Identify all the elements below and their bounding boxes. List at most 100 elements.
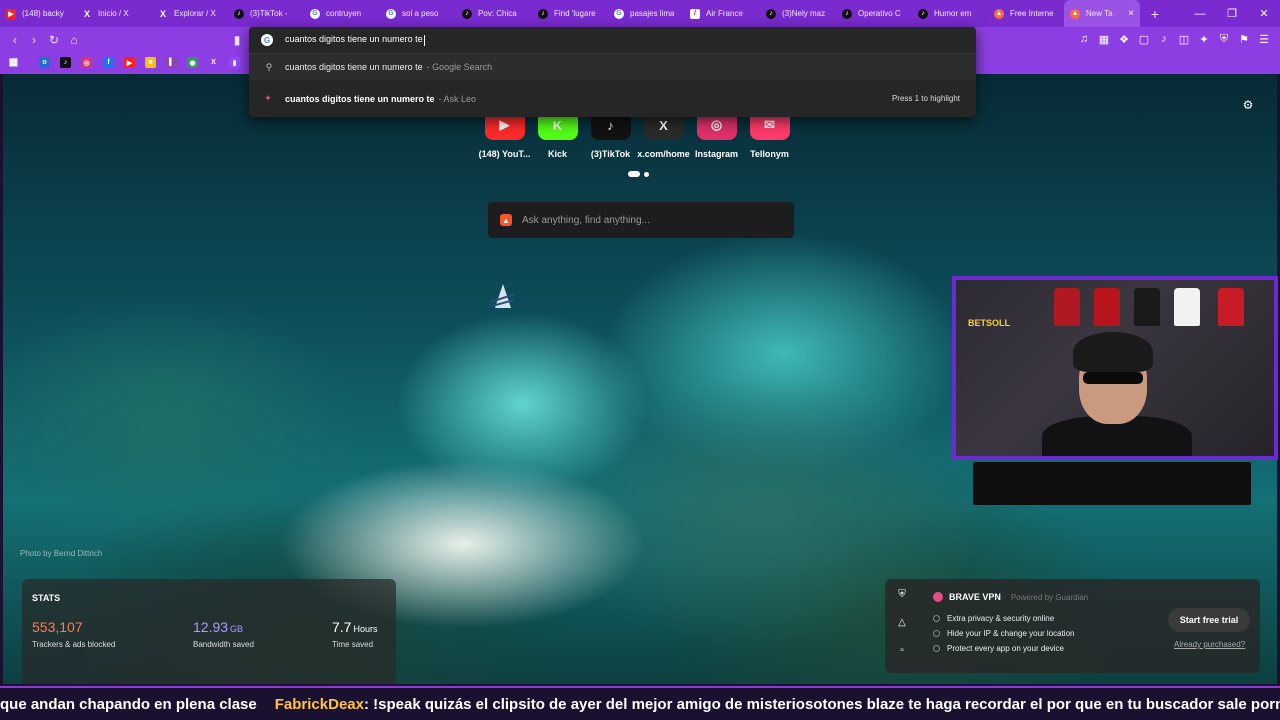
shirt-image bbox=[1054, 288, 1080, 326]
audio-icon[interactable]: ♫ bbox=[1076, 31, 1092, 47]
tab[interactable]: ▲ New Ta × bbox=[1064, 0, 1140, 27]
tab[interactable]: Gpasajes lima bbox=[608, 0, 684, 27]
outlook-bookmark-icon[interactable]: o bbox=[39, 57, 50, 68]
tab[interactable]: ♪ Humor em bbox=[912, 0, 988, 27]
news-widget-icon[interactable]: ▫ bbox=[900, 645, 904, 656]
bandwidth-stat: 12.93 GB Bandwidth saved bbox=[193, 619, 254, 649]
tab[interactable]: X Inicio / X bbox=[76, 0, 152, 27]
bandwidth-value: 12.93 bbox=[193, 619, 229, 635]
tab[interactable]: ♪ Find 'lugare bbox=[532, 0, 608, 27]
top-site-tile[interactable]: K Kick bbox=[531, 110, 584, 159]
rewards-widget-icon[interactable]: △ bbox=[898, 617, 906, 628]
apps-grid-icon[interactable]: ▦ bbox=[8, 57, 19, 68]
page-dot-active[interactable] bbox=[628, 171, 640, 177]
tab[interactable]: ♪ (3)TikTok - bbox=[228, 0, 304, 27]
tab[interactable]: ▲ Free Interne bbox=[988, 0, 1064, 27]
home-button[interactable]: ⌂ bbox=[65, 31, 83, 49]
vpn-widget-icon[interactable]: ⛨ bbox=[898, 589, 906, 600]
suggestion-google-search[interactable]: ⚲ cuantos digitos tiene un numero te - G… bbox=[249, 54, 976, 80]
close-tab-icon[interactable]: × bbox=[1128, 8, 1134, 19]
search-box[interactable]: ▲ Ask anything, find anything... bbox=[488, 202, 794, 238]
bookmark-icon[interactable]: ▮ bbox=[228, 31, 246, 49]
tab-label: Air France bbox=[706, 9, 743, 18]
tab[interactable]: X Explorar / X bbox=[152, 0, 228, 27]
x-icon: X bbox=[83, 8, 90, 19]
tab[interactable]: ♪ Operativo C bbox=[836, 0, 912, 27]
twitch-bookmark-icon[interactable]: ▮ bbox=[229, 57, 240, 68]
start-free-trial-button[interactable]: Start free trial bbox=[1168, 608, 1250, 632]
music-icon[interactable]: ♪ bbox=[1156, 31, 1172, 47]
search-icon: ⚲ bbox=[265, 61, 273, 72]
time-stat: 7.7 Hours Time saved bbox=[332, 619, 377, 649]
top-sites-pager[interactable] bbox=[628, 171, 649, 177]
photo-credit[interactable]: Photo by Bernd Dittrich bbox=[20, 549, 102, 558]
trackers-stat: 553,107 Trackers & ads blocked bbox=[32, 619, 115, 649]
top-site-tile[interactable]: ♪ (3)TikTok bbox=[584, 110, 637, 159]
stats-widget: STATS 553,107 Trackers & ads blocked 12.… bbox=[22, 579, 396, 684]
puzzle-icon[interactable]: ❖ bbox=[1116, 31, 1132, 47]
globe-bookmark-icon[interactable]: ◉ bbox=[187, 57, 198, 68]
tab[interactable]: Gcontruyen bbox=[304, 0, 380, 27]
page-dot[interactable] bbox=[644, 172, 649, 177]
tab[interactable]: ▶ (148) backy bbox=[0, 0, 76, 27]
trackers-value: 553,107 bbox=[32, 619, 83, 635]
forward-button[interactable]: › bbox=[25, 31, 43, 49]
restore-button[interactable]: ❐ bbox=[1216, 0, 1248, 27]
new-tab-button[interactable]: + bbox=[1144, 3, 1166, 25]
tab-label: (3)TikTok - bbox=[250, 9, 288, 18]
tab[interactable]: Gsol a peso bbox=[380, 0, 456, 27]
top-site-label: (148) YouT... bbox=[478, 149, 531, 159]
streamer-hair bbox=[1073, 332, 1153, 372]
tiktok-bookmark-icon[interactable]: ♪ bbox=[60, 57, 71, 68]
chat-ticker: que andan chapando en plena clase Fabric… bbox=[0, 686, 1280, 720]
top-site-tile[interactable]: ✉ Tellonym bbox=[743, 110, 796, 159]
extension-icon[interactable]: ▦ bbox=[1096, 31, 1112, 47]
vpn-icon[interactable]: ⚑ bbox=[1236, 31, 1252, 47]
tab[interactable]: / Air France bbox=[684, 0, 760, 27]
top-site-tile[interactable]: ◎ Instagram bbox=[690, 110, 743, 159]
instagram-bookmark-icon[interactable]: ◎ bbox=[81, 57, 92, 68]
minimize-button[interactable]: — bbox=[1184, 0, 1216, 27]
leo-icon[interactable]: ✦ bbox=[1196, 31, 1212, 47]
tiktok-icon: ♪ bbox=[462, 8, 472, 19]
google-icon: G bbox=[614, 8, 624, 19]
tab-label: Free Interne bbox=[1010, 9, 1054, 18]
shield-icon[interactable]: ⛨ bbox=[1216, 31, 1232, 47]
check-icon bbox=[933, 615, 940, 622]
gear-icon[interactable]: ⚙ bbox=[1241, 98, 1255, 112]
vpn-widget: ⛨ △ ▫ BRAVE VPN Powered by Guardian Extr… bbox=[885, 579, 1260, 673]
check-icon bbox=[933, 630, 940, 637]
tab[interactable]: ♪ (3)Nely maz bbox=[760, 0, 836, 27]
address-input-text[interactable]: cuantos digitos tiene un numero te bbox=[285, 34, 423, 44]
close-window-button[interactable]: ✕ bbox=[1248, 0, 1280, 27]
vpn-powered-by: Powered by Guardian bbox=[1010, 592, 1089, 602]
omnibox-dropdown: G cuantos digitos tiene un numero te ⚲ c… bbox=[249, 27, 976, 117]
tab-label: pasajes lima bbox=[630, 9, 675, 18]
menu-icon[interactable]: ☰ bbox=[1256, 31, 1272, 47]
shirt-image bbox=[1134, 288, 1160, 326]
top-site-tile[interactable]: ▶ (148) YouT... bbox=[478, 110, 531, 159]
address-bar[interactable]: G cuantos digitos tiene un numero te bbox=[249, 27, 976, 54]
keep-bookmark-icon[interactable]: ■ bbox=[145, 57, 156, 68]
top-site-tile[interactable]: Xx.com/home bbox=[637, 110, 690, 159]
tab-label: Inicio / X bbox=[98, 9, 129, 18]
vpn-feature-list: Extra privacy & security online Hide you… bbox=[933, 611, 1074, 656]
suggestion-ask-leo[interactable]: ✦ cuantos digitos tiene un numero te - A… bbox=[249, 80, 976, 117]
screenshot-icon[interactable]: ▢ bbox=[1136, 31, 1152, 47]
sidebar-icon[interactable]: ◫ bbox=[1176, 31, 1192, 47]
back-button[interactable]: ‹ bbox=[6, 31, 24, 49]
youtube-bookmark-icon[interactable]: ▶ bbox=[124, 57, 135, 68]
facebook-bookmark-icon[interactable]: f bbox=[103, 57, 114, 68]
tab[interactable]: ♪ Pov: Chica bbox=[456, 0, 532, 27]
reload-button[interactable]: ↻ bbox=[45, 31, 63, 49]
suggestion-source: - Ask Leo bbox=[438, 93, 477, 104]
webcam-feed: BETSOLL bbox=[956, 280, 1274, 456]
tab-label: Find 'lugare bbox=[554, 9, 596, 18]
x-bookmark-icon[interactable]: X bbox=[208, 57, 219, 68]
tab-label: Humor em bbox=[934, 9, 972, 18]
window-controls: — ❐ ✕ bbox=[1184, 0, 1280, 27]
already-purchased-link[interactable]: Already purchased? bbox=[1174, 640, 1245, 649]
tiktok-icon: ♪ bbox=[538, 8, 548, 19]
chart-bookmark-icon[interactable]: ▌ bbox=[166, 57, 177, 68]
keyboard-hint: Press 1 to highlight bbox=[891, 94, 960, 103]
